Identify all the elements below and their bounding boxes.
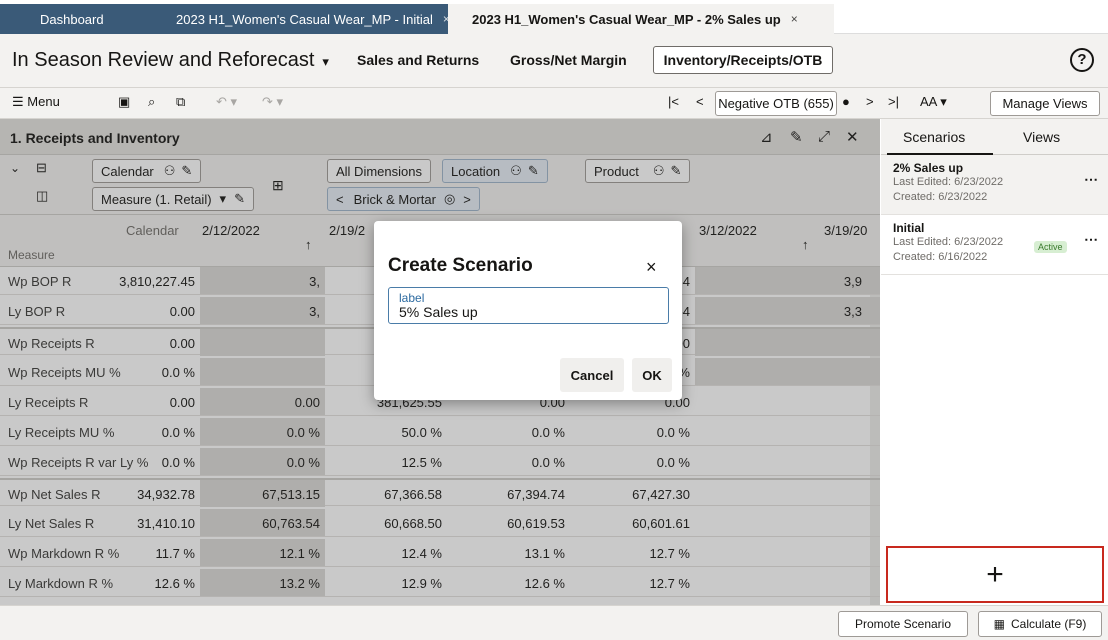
tab-sales-up[interactable]: 2023 H1_Women's Casual Wear_MP - 2% Sale… xyxy=(448,4,834,34)
tab-label: Dashboard xyxy=(40,11,104,27)
scenario-label-field[interactable]: label 5% Sales up xyxy=(388,287,669,324)
scenario-item[interactable]: 2% Sales up Last Edited: 6/23/2022 Creat… xyxy=(881,155,1108,215)
tab-initial[interactable]: 2023 H1_Women's Casual Wear_MP - Initial… xyxy=(160,4,450,34)
font-size-label: AA xyxy=(920,94,937,109)
calculate-button[interactable]: ▦ Calculate (F9) xyxy=(978,611,1102,637)
link-inventory-receipts-otb[interactable]: Inventory/Receipts/OTB xyxy=(653,46,833,74)
menu-button[interactable]: ☰ Menu xyxy=(12,94,60,110)
help-icon[interactable]: ? xyxy=(1070,48,1094,72)
tab-label: 2023 H1_Women's Casual Wear_MP - Initial xyxy=(176,11,433,27)
right-tabs: Scenarios Views xyxy=(881,119,1108,155)
first-icon[interactable]: |< xyxy=(668,94,679,109)
tab-scenarios[interactable]: Scenarios xyxy=(903,129,965,145)
scenario-item[interactable]: Initial Last Edited: 6/23/2022 Created: … xyxy=(881,215,1108,275)
negative-otb-label: Negative OTB (655) xyxy=(718,96,834,111)
tab-views[interactable]: Views xyxy=(1023,129,1060,145)
bottom-bar: Promote Scenario ▦ Calculate (F9) xyxy=(0,605,1108,640)
cancel-button[interactable]: Cancel xyxy=(560,358,624,392)
promote-scenario-button[interactable]: Promote Scenario xyxy=(838,611,968,637)
page-title-text: In Season Review and Reforecast xyxy=(12,49,315,71)
calculator-icon: ▦ xyxy=(993,617,1005,631)
scenario-name: 2% Sales up xyxy=(893,161,964,175)
more-icon[interactable]: ⋯ xyxy=(1084,231,1098,248)
active-badge: Active xyxy=(1034,241,1067,253)
menu-label: Menu xyxy=(27,94,60,109)
field-label: label xyxy=(399,291,425,305)
hamburger-icon: ☰ xyxy=(12,94,28,109)
last-icon[interactable]: >| xyxy=(888,94,899,109)
link-sales-returns[interactable]: Sales and Returns xyxy=(357,52,479,68)
toolbar: ☰ Menu ▣ ⌕ ⧉ ↶ ▾ ↷ ▾ |< < Negative OTB (… xyxy=(0,88,1108,119)
tab-dashboard[interactable]: Dashboard xyxy=(0,4,160,34)
search-icon[interactable]: ⌕ xyxy=(148,94,155,110)
negative-otb-selector[interactable]: Negative OTB (655) xyxy=(715,91,837,116)
info-icon[interactable]: ● xyxy=(842,94,850,109)
more-icon[interactable]: ⋯ xyxy=(1084,171,1098,188)
scenario-created: Created: 6/23/2022 xyxy=(893,191,988,203)
scenario-edited: Last Edited: 6/23/2022 xyxy=(893,236,1004,248)
create-scenario-dialog: Create Scenario × label 5% Sales up Canc… xyxy=(374,221,682,400)
close-icon[interactable]: × xyxy=(646,257,657,278)
prev-icon[interactable]: < xyxy=(696,94,704,109)
tab-label: 2023 H1_Women's Casual Wear_MP - 2% Sale… xyxy=(472,11,781,27)
chevron-down-icon: ▾ xyxy=(322,54,329,69)
add-scenario-button[interactable]: + xyxy=(886,546,1104,603)
plus-icon: + xyxy=(986,557,1004,591)
undo-icon[interactable]: ↶ ▾ xyxy=(216,94,237,110)
manage-views-button[interactable]: Manage Views xyxy=(990,91,1100,116)
scenario-edited: Last Edited: 6/23/2022 xyxy=(893,176,1004,188)
link-gross-net-margin[interactable]: Gross/Net Margin xyxy=(510,52,627,68)
page-title[interactable]: In Season Review and Reforecast ▾ xyxy=(12,49,329,72)
close-icon[interactable]: × xyxy=(791,12,798,26)
redo-icon[interactable]: ↷ ▾ xyxy=(262,94,283,110)
scenario-created: Created: 6/16/2022 xyxy=(893,251,988,263)
scenario-name: Initial xyxy=(893,221,925,235)
save-icon[interactable]: ▣ xyxy=(118,94,130,110)
next-icon[interactable]: > xyxy=(866,94,874,109)
calculate-label: Calculate (F9) xyxy=(1010,617,1087,631)
page-header: In Season Review and Reforecast ▾ Sales a… xyxy=(0,34,1108,88)
tab-bar: Dashboard 2023 H1_Women's Casual Wear_MP… xyxy=(0,0,1108,34)
font-size-button[interactable]: AA ▾ xyxy=(920,94,947,110)
find-icon[interactable]: ⧉ xyxy=(176,94,185,110)
scenarios-panel: Scenarios Views 2% Sales up Last Edited:… xyxy=(881,119,1108,605)
ok-button[interactable]: OK xyxy=(632,358,672,392)
field-value: 5% Sales up xyxy=(399,304,478,320)
dialog-title: Create Scenario xyxy=(388,255,533,276)
